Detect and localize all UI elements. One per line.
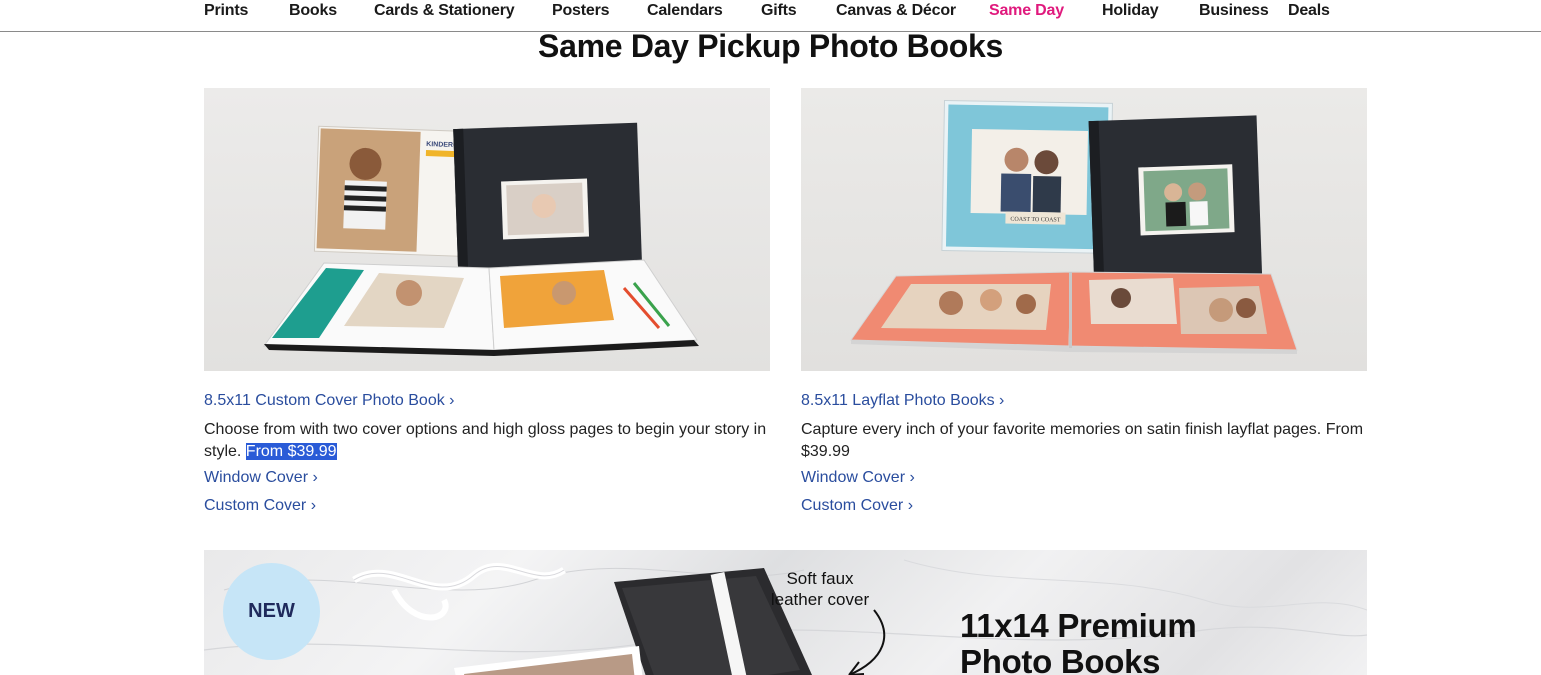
nav-item-same-day[interactable]: Same Day [989,2,1064,20]
nav-item-business[interactable]: Business [1199,2,1269,20]
page-title: Same Day Pickup Photo Books [538,28,1003,64]
premium-photo-books-banner[interactable]: NEW Soft faux leather cover 11x14 Premiu… [204,550,1367,675]
product-image-layflat[interactable]: COAST TO COAST [801,88,1367,371]
product-title-link-layflat[interactable]: 8.5x11 Layflat Photo Books › [801,392,1004,410]
nav-item-cards-stationery[interactable]: Cards & Stationery [374,2,515,20]
callout-line: Soft faux [786,569,854,588]
nav-item-canvas-decor[interactable]: Canvas & Décor [836,2,956,20]
banner-title: 11x14 Premium Photo Books [960,607,1197,675]
product-description: Capture every inch of your favorite memo… [801,421,1364,460]
new-badge: NEW [223,563,320,660]
photo-book-illustration: KINDERG [204,88,770,371]
nav-item-books[interactable]: Books [289,2,337,20]
product-card-custom-cover: KINDERG 8.5x11 Custom Cover Photo Book ›… [204,88,770,514]
banner-callout: Soft faux leather cover [760,568,880,610]
product-card-layflat: COAST TO COAST 8.5x11 Layflat Photo Book… [801,88,1367,514]
nav-item-calendars[interactable]: Calendars [647,2,723,20]
nav-item-prints[interactable]: Prints [204,2,248,20]
nav-item-posters[interactable]: Posters [552,2,609,20]
nav-item-holiday[interactable]: Holiday [1102,2,1159,20]
nav-item-deals[interactable]: Deals [1288,2,1330,20]
nav-item-gifts[interactable]: Gifts [761,2,797,20]
banner-title-line: Photo Books [960,643,1161,675]
custom-cover-link[interactable]: Custom Cover › [801,497,913,515]
cover-text: COAST TO COAST [1010,217,1060,224]
custom-cover-link[interactable]: Custom Cover › [204,497,316,515]
product-description: Choose from with two cover options and h… [204,419,770,463]
price-highlighted: From $39.99 [245,443,337,460]
product-title-link-custom-cover[interactable]: 8.5x11 Custom Cover Photo Book › [204,392,455,410]
product-image-custom-cover[interactable]: KINDERG [204,88,770,371]
banner-title-line: 11x14 Premium [960,607,1197,644]
callout-line: leather cover [770,590,870,609]
window-cover-link[interactable]: Window Cover › [204,469,318,487]
layflat-book-illustration: COAST TO COAST [801,88,1367,371]
window-cover-link[interactable]: Window Cover › [801,469,915,487]
